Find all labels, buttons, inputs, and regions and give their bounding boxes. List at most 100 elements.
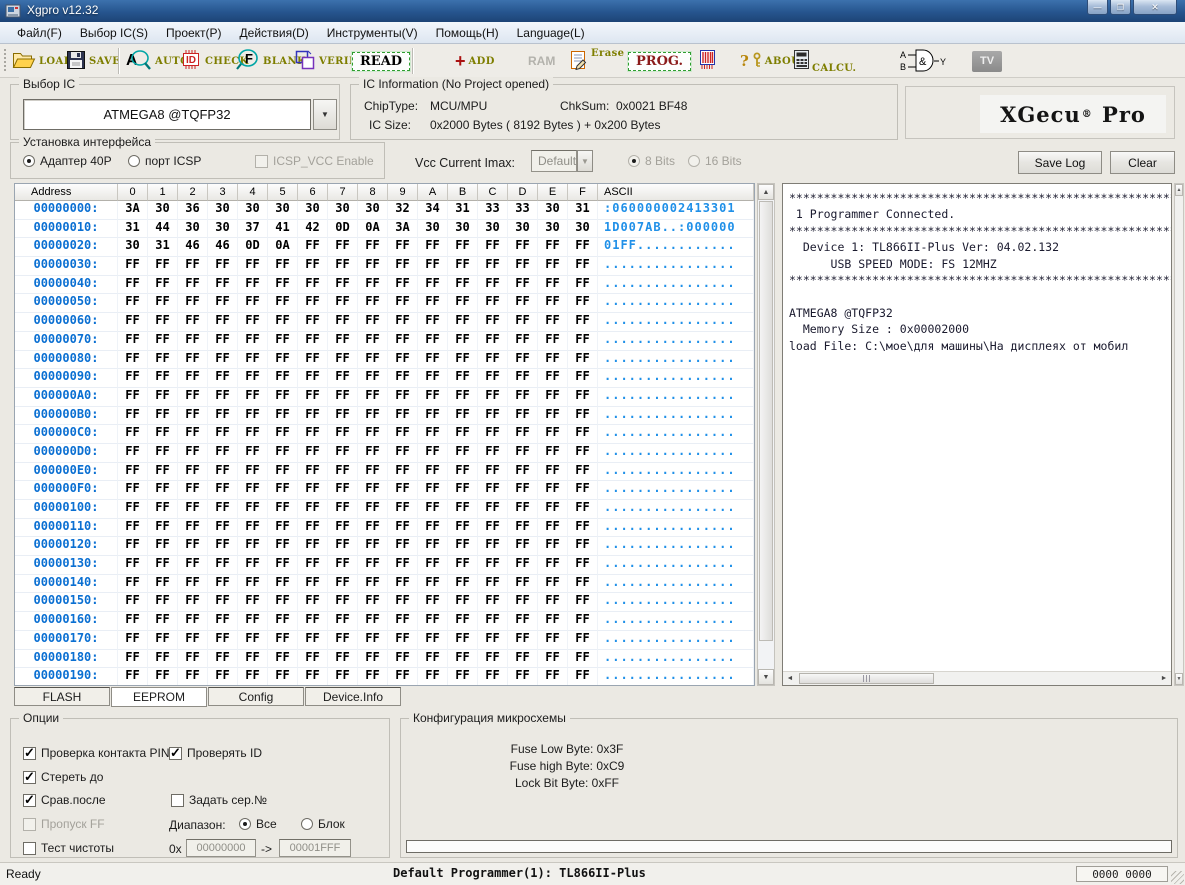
hex-byte-cell[interactable]: FF [358, 519, 388, 538]
hex-byte-cell[interactable]: FF [508, 463, 538, 482]
hex-byte-cell[interactable]: FF [178, 407, 208, 426]
hex-byte-cell[interactable]: FF [358, 294, 388, 313]
range-all-radio[interactable]: Все [239, 817, 277, 831]
hex-byte-cell[interactable]: FF [478, 351, 508, 370]
hex-byte-cell[interactable]: 36 [178, 201, 208, 220]
hex-byte-cell[interactable]: FF [418, 463, 448, 482]
hex-ascii-cell[interactable]: ................ [598, 612, 754, 631]
hex-byte-cell[interactable]: FF [118, 313, 148, 332]
menu-language[interactable]: Language(L) [508, 24, 594, 42]
hex-byte-cell[interactable]: FF [328, 332, 358, 351]
serial-number-checkbox[interactable]: Задать сер.№ [171, 793, 267, 807]
hex-byte-cell[interactable]: FF [148, 257, 178, 276]
hex-byte-cell[interactable]: 30 [238, 201, 268, 220]
hex-ascii-cell[interactable]: ................ [598, 537, 754, 556]
hex-byte-cell[interactable]: FF [328, 481, 358, 500]
hex-byte-cell[interactable]: FF [538, 444, 568, 463]
hex-byte-cell[interactable]: FF [208, 650, 238, 669]
hex-byte-cell[interactable]: FF [178, 351, 208, 370]
hex-byte-cell[interactable]: 31 [148, 238, 178, 257]
scroll-thumb[interactable] [799, 673, 934, 684]
hex-byte-cell[interactable]: FF [418, 650, 448, 669]
hex-byte-cell[interactable]: FF [148, 313, 178, 332]
hex-byte-cell[interactable]: FF [418, 556, 448, 575]
icsp-port-radio[interactable]: порт ICSP [128, 154, 201, 168]
hex-byte-cell[interactable]: FF [448, 425, 478, 444]
hex-column-header[interactable]: Address [15, 184, 118, 201]
hex-byte-cell[interactable]: FF [238, 556, 268, 575]
hex-byte-cell[interactable]: FF [298, 519, 328, 538]
hex-ascii-cell[interactable]: ................ [598, 332, 754, 351]
hex-byte-cell[interactable]: FF [358, 631, 388, 650]
hex-byte-cell[interactable]: FF [148, 612, 178, 631]
hex-byte-cell[interactable]: FF [538, 407, 568, 426]
hex-byte-cell[interactable]: FF [418, 631, 448, 650]
hex-byte-cell[interactable]: FF [328, 238, 358, 257]
hex-byte-cell[interactable]: FF [298, 668, 328, 686]
hex-byte-cell[interactable]: FF [388, 313, 418, 332]
hex-ascii-cell[interactable]: 1D007AB..:000000 [598, 220, 754, 239]
hex-byte-cell[interactable]: FF [118, 500, 148, 519]
hex-byte-cell[interactable]: FF [478, 444, 508, 463]
hex-byte-cell[interactable]: 41 [268, 220, 298, 239]
hex-byte-cell[interactable]: FF [178, 276, 208, 295]
hex-byte-cell[interactable]: 31 [448, 201, 478, 220]
hex-byte-cell[interactable]: FF [508, 481, 538, 500]
hex-byte-cell[interactable]: FF [358, 388, 388, 407]
hex-byte-cell[interactable]: FF [388, 612, 418, 631]
hex-byte-cell[interactable]: FF [388, 257, 418, 276]
hex-ascii-cell[interactable]: ................ [598, 519, 754, 538]
hex-byte-cell[interactable]: FF [388, 332, 418, 351]
hex-column-header[interactable]: 8 [358, 184, 388, 201]
hex-byte-cell[interactable]: FF [568, 407, 598, 426]
hex-byte-cell[interactable]: FF [418, 294, 448, 313]
hex-byte-cell[interactable]: FF [358, 575, 388, 594]
hex-byte-cell[interactable]: FF [148, 556, 178, 575]
hex-byte-cell[interactable]: 30 [208, 220, 238, 239]
hex-byte-cell[interactable]: FF [358, 444, 388, 463]
hex-byte-cell[interactable]: FF [298, 238, 328, 257]
load-button[interactable]: LOAD [12, 44, 73, 78]
hex-column-header[interactable]: 9 [388, 184, 418, 201]
hex-byte-cell[interactable]: FF [508, 500, 538, 519]
hex-byte-cell[interactable]: FF [118, 294, 148, 313]
hex-byte-cell[interactable]: 30 [568, 220, 598, 239]
hex-byte-cell[interactable]: FF [448, 668, 478, 686]
hex-byte-cell[interactable]: FF [118, 444, 148, 463]
hex-byte-cell[interactable]: FF [448, 257, 478, 276]
hex-column-header[interactable]: B [448, 184, 478, 201]
hex-byte-cell[interactable]: FF [568, 294, 598, 313]
hex-byte-cell[interactable]: FF [148, 631, 178, 650]
hex-byte-cell[interactable]: FF [328, 388, 358, 407]
hex-byte-cell[interactable]: FF [208, 425, 238, 444]
log-horizontal-scrollbar[interactable]: ◄ ► [783, 671, 1171, 685]
hex-byte-cell[interactable]: FF [358, 257, 388, 276]
hex-byte-cell[interactable]: FF [298, 463, 328, 482]
hex-byte-cell[interactable]: FF [208, 351, 238, 370]
hex-byte-cell[interactable]: FF [298, 407, 328, 426]
hex-byte-cell[interactable]: FF [388, 276, 418, 295]
hex-byte-cell[interactable]: FF [328, 369, 358, 388]
hex-byte-cell[interactable]: FF [388, 537, 418, 556]
hex-byte-cell[interactable]: FF [208, 593, 238, 612]
minimize-button[interactable]: — [1087, 0, 1108, 15]
hex-byte-cell[interactable]: FF [178, 481, 208, 500]
hex-byte-cell[interactable]: FF [568, 332, 598, 351]
hex-byte-cell[interactable]: FF [118, 388, 148, 407]
hex-byte-cell[interactable]: 0D [328, 220, 358, 239]
hex-byte-cell[interactable]: FF [538, 351, 568, 370]
hex-byte-cell[interactable]: FF [358, 612, 388, 631]
hex-byte-cell[interactable]: FF [238, 257, 268, 276]
hex-byte-cell[interactable]: FF [298, 631, 328, 650]
hex-byte-cell[interactable]: FF [178, 556, 208, 575]
hex-byte-cell[interactable]: FF [238, 537, 268, 556]
hex-byte-cell[interactable]: FF [538, 369, 568, 388]
hex-byte-cell[interactable]: FF [328, 276, 358, 295]
hex-byte-cell[interactable]: FF [148, 332, 178, 351]
hex-byte-cell[interactable]: FF [268, 650, 298, 669]
hex-byte-cell[interactable]: FF [268, 519, 298, 538]
hex-byte-cell[interactable]: FF [238, 575, 268, 594]
hex-byte-cell[interactable]: FF [148, 407, 178, 426]
hex-byte-cell[interactable]: FF [238, 294, 268, 313]
hex-byte-cell[interactable]: FF [118, 407, 148, 426]
